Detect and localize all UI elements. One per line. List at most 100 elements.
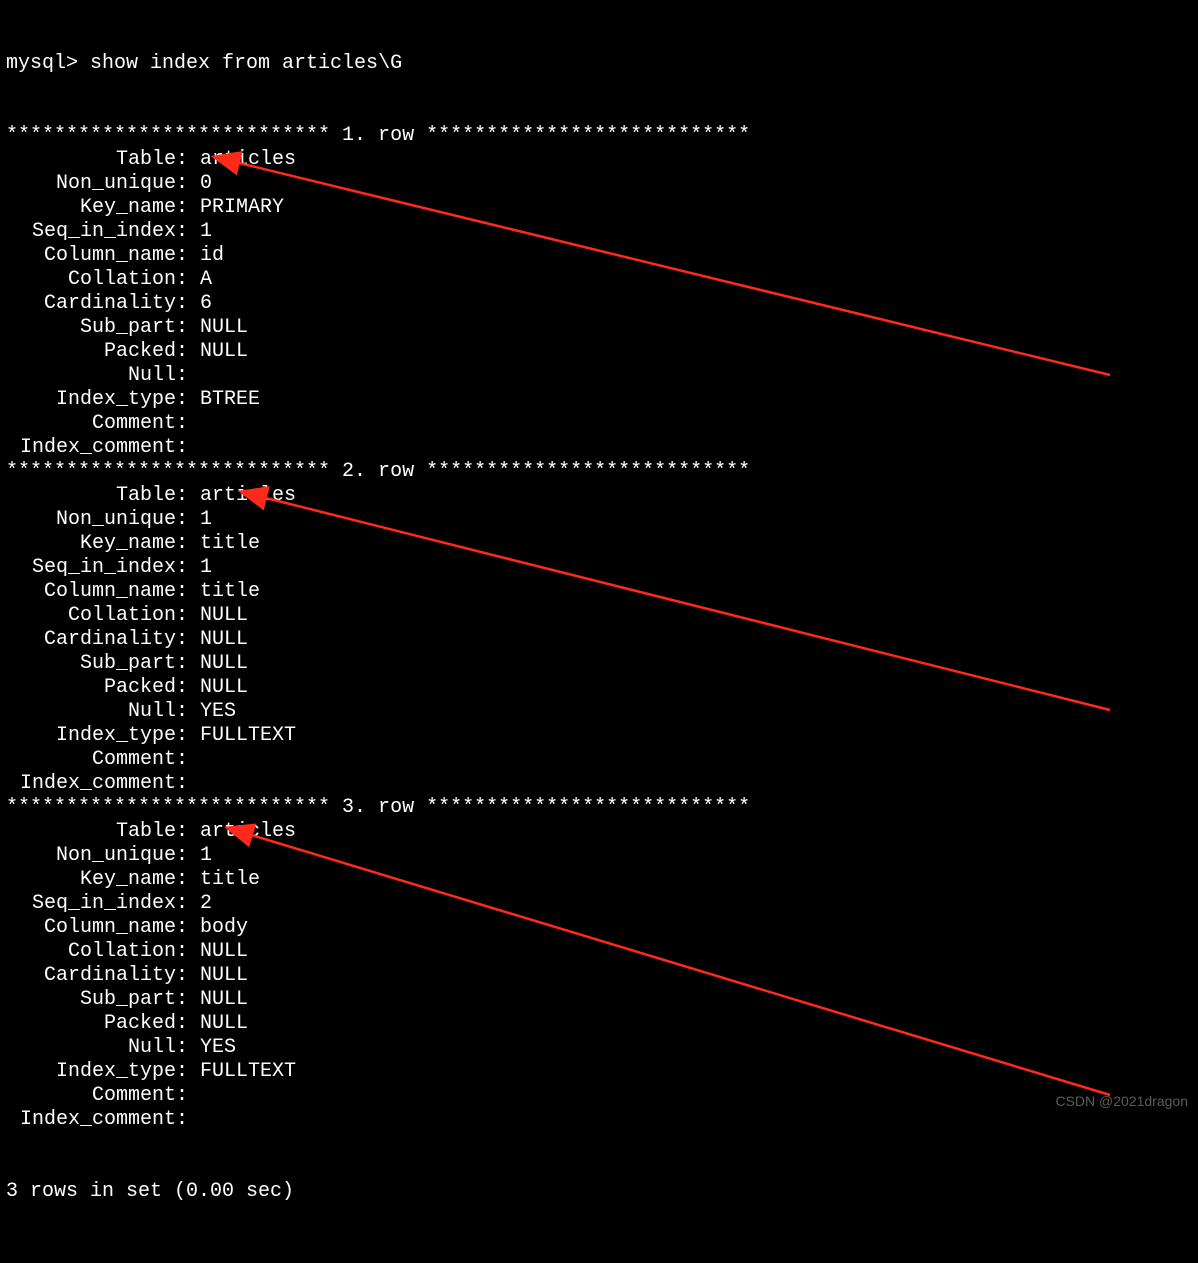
field-value: NULL — [200, 316, 248, 340]
field-key: Comment — [6, 412, 176, 436]
field-line: Table: articles — [6, 148, 1192, 172]
field-line: Column_name: id — [6, 244, 1192, 268]
field-separator: : — [176, 268, 200, 292]
field-key: Collation — [6, 604, 176, 628]
field-key: Non_unique — [6, 844, 176, 868]
watermark: CSDN @2021dragon — [1055, 1089, 1188, 1113]
field-key: Index_type — [6, 724, 176, 748]
field-line: Sub_part: NULL — [6, 316, 1192, 340]
field-separator: : — [176, 628, 200, 652]
field-separator: : — [176, 148, 200, 172]
field-line: Seq_in_index: 1 — [6, 220, 1192, 244]
field-key: Packed — [6, 1012, 176, 1036]
terminal-output: mysql> show index from articles\G ******… — [0, 0, 1198, 1263]
field-value: articles — [200, 148, 296, 172]
field-key: Sub_part — [6, 652, 176, 676]
field-value: body — [200, 916, 248, 940]
field-separator: : — [176, 196, 200, 220]
row-separator: *************************** 1. row *****… — [6, 124, 1192, 148]
field-value: YES — [200, 700, 236, 724]
prompt: mysql> — [6, 52, 90, 75]
field-key: Index_comment — [6, 772, 176, 796]
field-separator: : — [176, 964, 200, 988]
field-separator: : — [176, 772, 200, 796]
field-value: articles — [200, 820, 296, 844]
field-line: Packed: NULL — [6, 1012, 1192, 1036]
field-line: Collation: NULL — [6, 940, 1192, 964]
field-line: Non_unique: 1 — [6, 508, 1192, 532]
row-separator: *************************** 3. row *****… — [6, 796, 1192, 820]
field-key: Key_name — [6, 196, 176, 220]
field-value: NULL — [200, 988, 248, 1012]
field-key: Packed — [6, 340, 176, 364]
field-value: NULL — [200, 628, 248, 652]
field-key: Comment — [6, 1084, 176, 1108]
field-value: 6 — [200, 292, 212, 316]
field-line: Key_name: PRIMARY — [6, 196, 1192, 220]
field-key: Seq_in_index — [6, 892, 176, 916]
field-separator: : — [176, 652, 200, 676]
field-key: Column_name — [6, 916, 176, 940]
field-line: Seq_in_index: 1 — [6, 556, 1192, 580]
field-separator: : — [176, 436, 200, 460]
field-value: NULL — [200, 940, 248, 964]
field-key: Index_type — [6, 388, 176, 412]
field-value: BTREE — [200, 388, 260, 412]
field-separator: : — [176, 508, 200, 532]
field-line: Cardinality: 6 — [6, 292, 1192, 316]
field-line: Seq_in_index: 2 — [6, 892, 1192, 916]
field-line: Null: YES — [6, 700, 1192, 724]
field-separator: : — [176, 676, 200, 700]
field-separator: : — [176, 1012, 200, 1036]
field-value: articles — [200, 484, 296, 508]
field-line: Index_comment: — [6, 436, 1192, 460]
field-value: FULLTEXT — [200, 724, 296, 748]
field-key: Column_name — [6, 580, 176, 604]
field-line: Packed: NULL — [6, 676, 1192, 700]
field-separator: : — [176, 220, 200, 244]
field-line: Collation: NULL — [6, 604, 1192, 628]
field-separator: : — [176, 844, 200, 868]
field-key: Index_comment — [6, 436, 176, 460]
field-separator: : — [176, 748, 200, 772]
field-separator: : — [176, 172, 200, 196]
field-key: Table — [6, 484, 176, 508]
field-value: 2 — [200, 892, 212, 916]
field-separator: : — [176, 316, 200, 340]
field-separator: : — [176, 892, 200, 916]
field-value: 1 — [200, 508, 212, 532]
field-key: Index_type — [6, 1060, 176, 1084]
field-line: Key_name: title — [6, 532, 1192, 556]
field-key: Seq_in_index — [6, 220, 176, 244]
field-separator: : — [176, 988, 200, 1012]
field-separator: : — [176, 556, 200, 580]
field-value: title — [200, 532, 260, 556]
field-separator: : — [176, 940, 200, 964]
field-line: Table: articles — [6, 820, 1192, 844]
summary-line: 3 rows in set (0.00 sec) — [6, 1180, 1192, 1204]
field-separator: : — [176, 820, 200, 844]
field-value: id — [200, 244, 224, 268]
field-value: A — [200, 268, 212, 292]
field-key: Null — [6, 700, 176, 724]
field-separator: : — [176, 604, 200, 628]
field-line: Comment: — [6, 412, 1192, 436]
field-value: NULL — [200, 604, 248, 628]
field-key: Packed — [6, 676, 176, 700]
field-key: Cardinality — [6, 292, 176, 316]
field-separator: : — [176, 484, 200, 508]
field-separator: : — [176, 724, 200, 748]
field-line: Table: articles — [6, 484, 1192, 508]
field-line: Null: — [6, 364, 1192, 388]
field-line: Column_name: body — [6, 916, 1192, 940]
field-separator: : — [176, 388, 200, 412]
field-value: NULL — [200, 340, 248, 364]
field-separator: : — [176, 1060, 200, 1084]
field-key: Collation — [6, 268, 176, 292]
field-separator: : — [176, 580, 200, 604]
field-key: Non_unique — [6, 508, 176, 532]
field-key: Table — [6, 148, 176, 172]
command-line[interactable]: mysql> show index from articles\G — [6, 52, 1192, 76]
field-key: Non_unique — [6, 172, 176, 196]
field-separator: : — [176, 1084, 200, 1108]
